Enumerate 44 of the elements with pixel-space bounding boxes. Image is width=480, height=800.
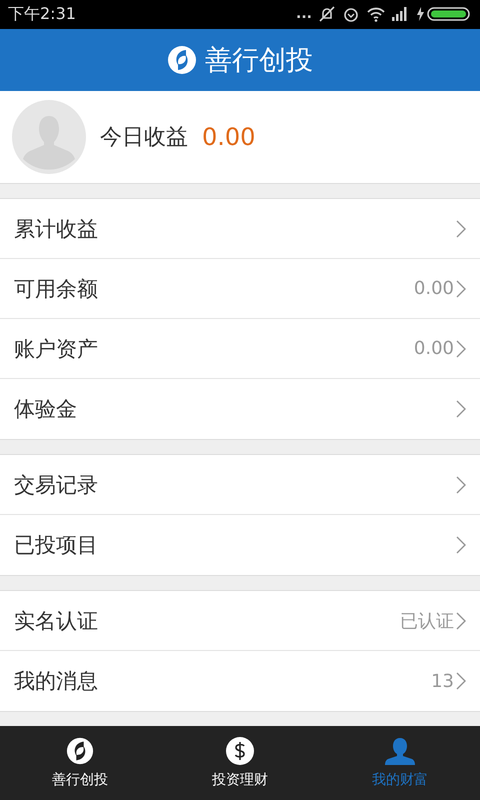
menu-row[interactable]: 可用余额 0.00: [0, 259, 480, 319]
chevron-icon: [456, 280, 466, 298]
app-title: 善行创投: [205, 44, 313, 78]
notification-dots: ...: [296, 6, 312, 22]
chevron-icon: [456, 476, 466, 494]
status-time: 下午2:31: [8, 4, 76, 25]
muted-bell-icon: [318, 5, 336, 24]
dollar-icon: [226, 737, 254, 765]
chevron-icon: [456, 220, 466, 238]
today-earnings-value: 0.00: [202, 123, 256, 152]
row-label: 账户资产: [14, 336, 99, 362]
menu-row[interactable]: 体验金: [0, 379, 480, 439]
row-label: 我的消息: [14, 668, 99, 695]
chevron-icon: [456, 672, 466, 690]
menu-row[interactable]: 账户资产 0.00: [0, 319, 480, 379]
menu-row[interactable]: 交易记录: [0, 455, 480, 515]
row-label: 累计收益: [14, 216, 99, 242]
menu-row[interactable]: 累计收益: [0, 199, 480, 259]
row-value: 0.00: [414, 278, 454, 299]
wifi-icon: [366, 6, 386, 22]
menu-row[interactable]: 已投项目: [0, 515, 480, 575]
menu-row[interactable]: 我的消息 13: [0, 651, 480, 711]
row-label: 可用余额: [14, 276, 99, 302]
logo-icon: [66, 737, 94, 765]
logo-icon: [167, 44, 197, 75]
menu-row[interactable]: 实名认证 已认证: [0, 591, 480, 651]
row-label: 实名认证: [14, 608, 99, 634]
chevron-icon: [456, 400, 466, 418]
person-icon: [385, 737, 415, 765]
row-value: 已认证: [400, 610, 454, 632]
tab[interactable]: 善行创投: [0, 726, 160, 800]
chevron-icon: [456, 340, 466, 358]
row-value: 0.00: [414, 338, 454, 359]
alarm-icon: [342, 5, 360, 24]
chevron-icon: [456, 536, 466, 554]
battery-icon: [416, 6, 472, 22]
row-label: 体验金: [14, 396, 78, 423]
chevron-icon: [456, 612, 466, 630]
tab[interactable]: 投资理财: [160, 726, 320, 800]
row-label: 交易记录: [14, 472, 99, 498]
avatar-icon: [12, 100, 86, 174]
row-label: 已投项目: [14, 532, 99, 559]
today-earnings-label: 今日收益: [100, 124, 188, 152]
row-value: 13: [431, 670, 454, 692]
